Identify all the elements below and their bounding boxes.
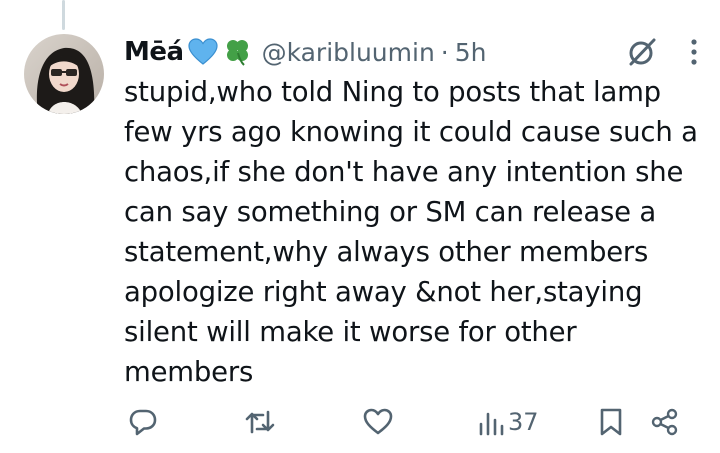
- grok-icon[interactable]: [624, 34, 660, 70]
- retweet-icon: [244, 407, 276, 437]
- separator-dot: ·: [440, 37, 449, 67]
- views-button[interactable]: 37: [478, 404, 539, 440]
- retweet-button[interactable]: [244, 404, 276, 440]
- four-leaf-clover-icon: [222, 37, 252, 67]
- avatar[interactable]: [24, 34, 104, 114]
- bookmark-button[interactable]: [598, 404, 624, 440]
- reply-button[interactable]: [128, 404, 158, 440]
- views-icon: [478, 408, 504, 436]
- like-button[interactable]: [362, 404, 394, 440]
- share-button[interactable]: [650, 404, 680, 440]
- display-name[interactable]: Mēá: [124, 37, 184, 67]
- share-icon: [650, 407, 680, 437]
- like-icon: [362, 407, 394, 437]
- views-count: 37: [508, 408, 539, 436]
- timestamp[interactable]: 5h: [455, 38, 487, 67]
- tweet-header: Mēá @karibluumin · 5h: [124, 34, 700, 70]
- reply-icon: [128, 407, 158, 437]
- tweet-text: stupid,who told Ning to posts that lamp …: [124, 76, 698, 388]
- action-bar: 37: [124, 404, 684, 440]
- user-handle[interactable]: @karibluumin: [262, 38, 435, 67]
- thread-line: [62, 0, 65, 30]
- more-options-icon[interactable]: [688, 34, 700, 70]
- blue-heart-icon: [187, 38, 218, 66]
- bookmark-icon: [598, 407, 624, 437]
